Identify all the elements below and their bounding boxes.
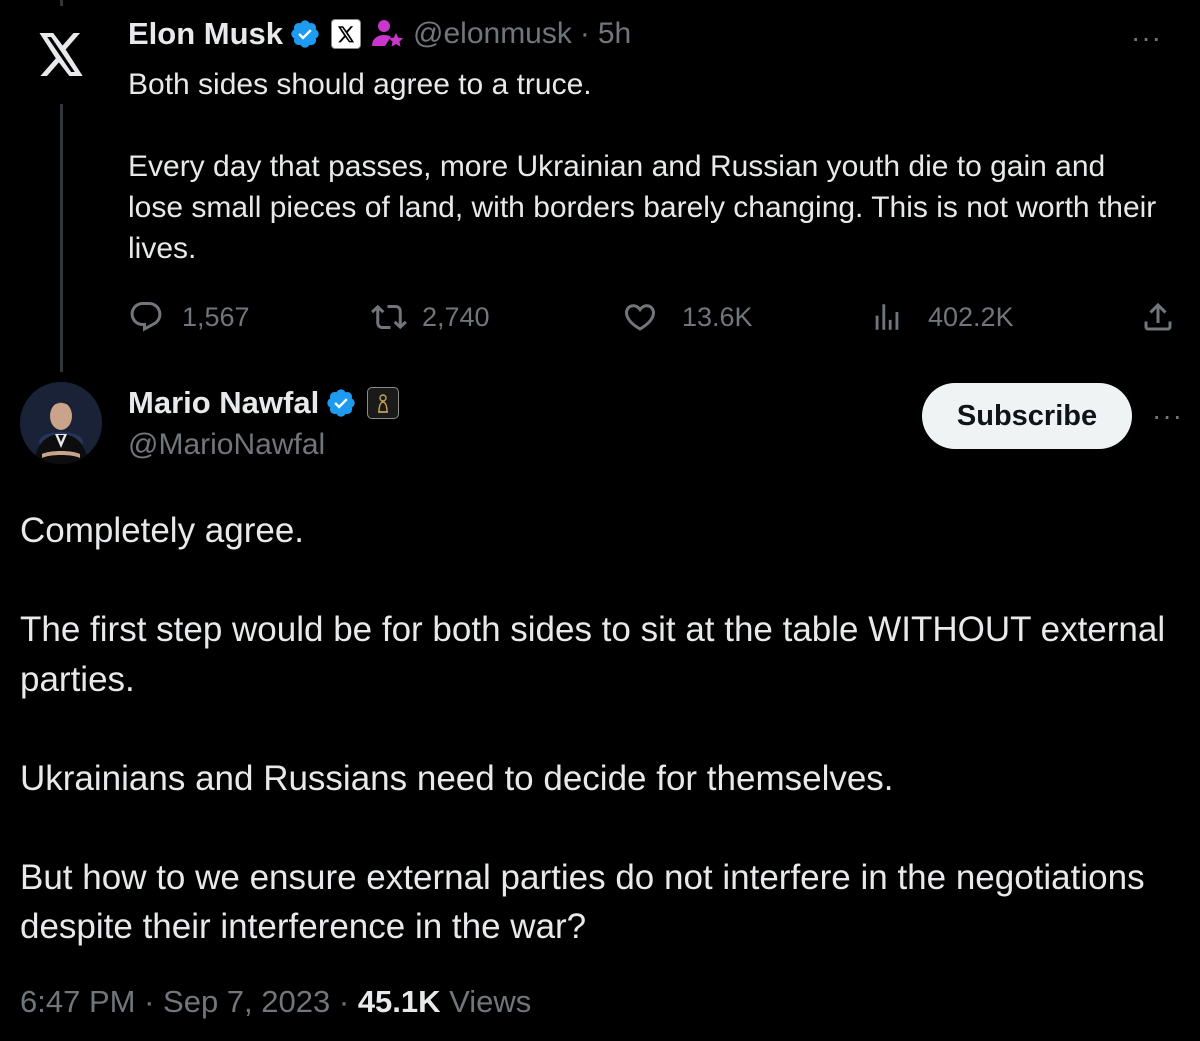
tweet-date[interactable]: Sep 7, 2023 [163,984,330,1019]
like-icon [624,304,656,331]
person-star-icon [371,18,405,50]
parent-time-ago[interactable]: 5h [598,17,631,51]
views-icon [875,304,899,330]
repost-icon [371,304,407,330]
reply-icon [130,302,162,332]
parent-author-name[interactable]: Elon Musk [128,16,283,52]
main-text-paragraph: But how to we ensure external parties do… [20,857,1145,947]
repost-count: 2,740 [422,301,490,332]
main-author-handle[interactable]: @MarioNawfal [128,428,399,462]
main-more-button[interactable]: ··· [1152,400,1183,432]
profile-photo-icon [20,382,102,464]
like-button[interactable]: 13.6K [622,294,753,340]
repost-button[interactable]: 2,740 [370,294,490,340]
share-icon [1144,302,1172,331]
views-button[interactable]: 402.2K [870,294,1014,340]
share-button[interactable] [1140,294,1176,340]
parent-text-paragraph: Every day that passes, more Ukrainian an… [128,150,1157,265]
avatar[interactable] [20,382,102,464]
separator-dot: · [579,17,590,50]
x-logo-icon [39,33,83,76]
verified-badge-icon [325,387,357,419]
separator-dot: · [144,984,155,1019]
x-logo-avatar[interactable] [20,14,102,96]
thread-line-top [60,0,63,6]
tweet-detail-view: Elon Musk @elonmusk · 5h ··· Both sides … [0,0,1200,1041]
main-author-name[interactable]: Mario Nawfal [128,385,319,421]
main-tweet-header: Mario Nawfal @MarioNawfal [128,382,400,462]
main-text-paragraph: Ukrainians and Russians need to decide f… [20,758,894,798]
reply-button[interactable]: 1,567 [128,294,250,340]
parent-tweet-text: Both sides should agree to a truce. Ever… [128,64,1168,269]
x-affiliate-badge-icon[interactable] [331,19,362,49]
verified-badge-icon [289,18,321,50]
thread-connector-line [60,104,63,372]
parent-tweet[interactable]: Elon Musk @elonmusk · 5h ··· Both sides … [128,14,1178,269]
main-tweet-text: Completely agree. The first step would b… [20,506,1180,952]
tweet-time[interactable]: 6:47 PM [20,984,135,1019]
parent-action-bar: 1,567 2,740 13.6K 402.2K [128,294,1178,340]
parent-text-paragraph: Both sides should agree to a truce. [128,68,592,101]
main-text-paragraph: Completely agree. [20,511,305,550]
like-count: 13.6K [682,301,753,332]
tweet-view-count: 45.1K [357,984,441,1019]
parent-author-handle[interactable]: @elonmusk [413,17,572,51]
affiliate-badge-icon[interactable] [367,387,400,419]
separator-dot: · [338,984,350,1019]
parent-more-button[interactable]: ··· [1131,24,1162,52]
parent-tweet-header: Elon Musk @elonmusk · 5h ··· [128,14,1178,54]
tweet-views-label: Views [449,984,532,1019]
main-text-paragraph: The first step would be for both sides t… [20,610,1166,699]
views-count: 402.2K [928,301,1014,332]
subscribe-button[interactable]: Subscribe [922,383,1132,449]
tweet-metadata: 6:47 PM · Sep 7, 2023 · 45.1K Views [20,984,531,1020]
reply-count: 1,567 [182,301,250,332]
